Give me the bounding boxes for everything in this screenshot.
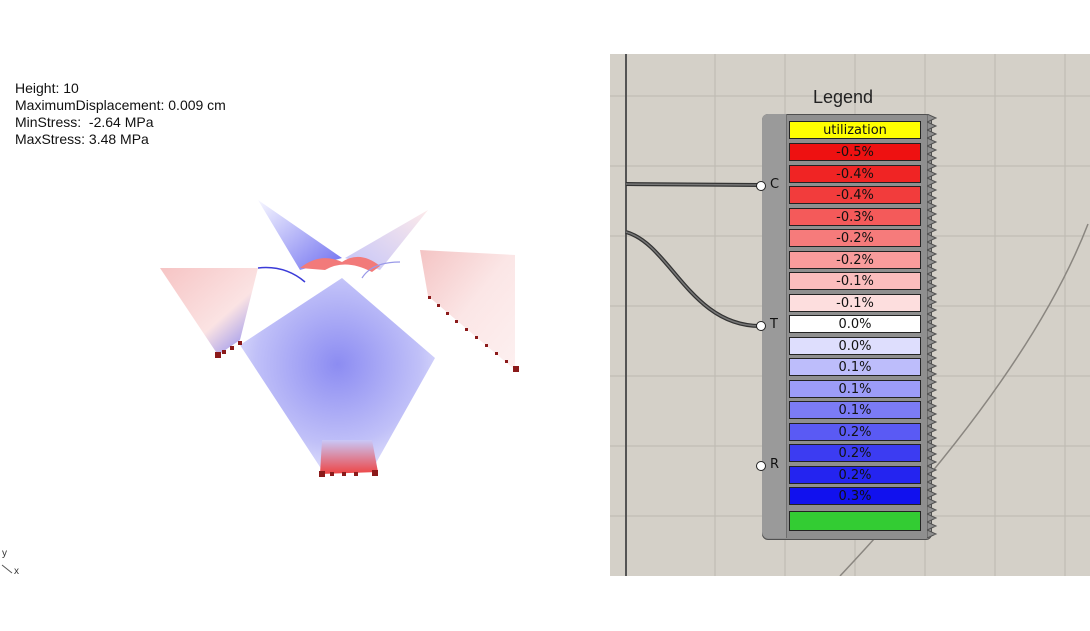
legend-row: -0.4% <box>789 164 921 183</box>
legend-row: 0.2% <box>789 465 921 484</box>
legend-row: 0.1% <box>789 401 921 419</box>
legend-row: 0.1% <box>789 379 921 398</box>
legend-row: -0.2% <box>789 250 921 269</box>
input-label-c: C <box>770 177 780 192</box>
legend-row: -0.4% <box>789 186 921 204</box>
legend-row: -0.3% <box>789 207 921 226</box>
axis-indicator: y x <box>0 545 40 585</box>
stress-mesh <box>160 200 519 477</box>
legend-row: 0.1% <box>789 358 921 376</box>
input-label-r: R <box>770 457 780 472</box>
legend-title: Legend <box>813 87 874 107</box>
input-port-c[interactable] <box>756 181 766 191</box>
legend-row: 0.2% <box>789 422 921 441</box>
mesh-panel <box>160 268 258 355</box>
legend-row: -0.2% <box>789 229 921 247</box>
legend-row: -0.1% <box>789 272 921 290</box>
input-port-r[interactable] <box>756 461 766 471</box>
rhino-viewport[interactable]: Height: 10 MaximumDisplacement: 0.009 cm… <box>0 0 610 631</box>
legend-zigzag-edge <box>927 114 938 538</box>
legend-header: utilization <box>789 121 921 139</box>
legend-row: -0.5% <box>789 143 921 161</box>
legend-row: 0.0% <box>789 336 921 355</box>
input-port-t[interactable] <box>756 321 766 331</box>
legend-footer-swatch <box>789 511 921 531</box>
mesh-panel <box>320 440 378 474</box>
mesh-panel <box>420 250 515 370</box>
legend-row: 0.3% <box>789 487 921 505</box>
mesh-edge <box>257 266 306 283</box>
input-label-t: T <box>770 317 778 332</box>
legend-row: -0.1% <box>789 293 921 312</box>
legend-row: 0.2% <box>789 444 921 462</box>
legend-row: 0.0% <box>789 315 921 333</box>
